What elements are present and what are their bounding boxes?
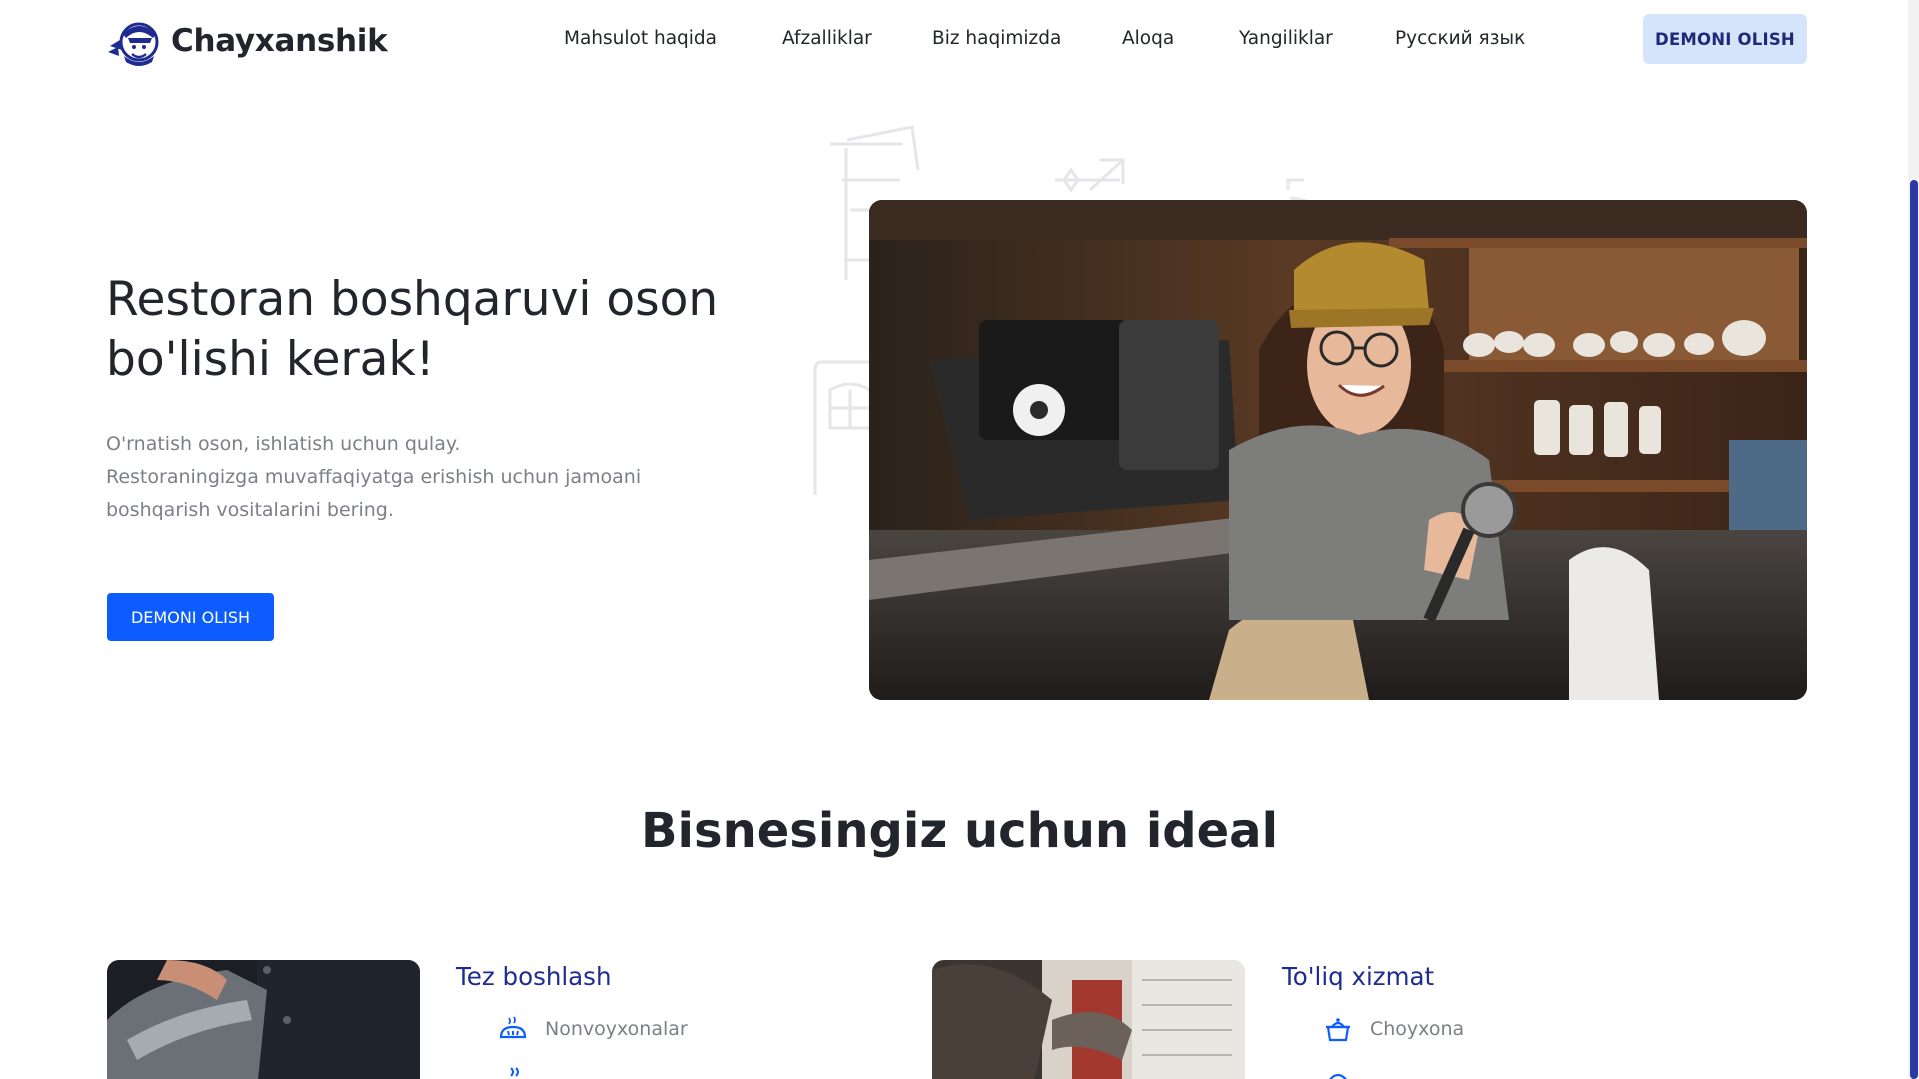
section-title: Bisnesingiz uchun ideal <box>640 803 1279 859</box>
card-title: Tez boshlash <box>456 962 612 991</box>
site-header: Chayxanshik Mahsulot haqida Afzalliklar … <box>0 0 1919 78</box>
nav-item-product[interactable]: Mahsulot haqida <box>564 24 717 54</box>
nav-item-language[interactable]: Русский язык <box>1395 24 1525 54</box>
card-list-item <box>1322 1062 1370 1079</box>
get-demo-button-header[interactable]: DEMONI OLISH <box>1643 14 1807 64</box>
card-photo-image <box>107 960 420 1079</box>
nav-item-about[interactable]: Biz haqimizda <box>932 24 1061 54</box>
hero-title-line: bo'lishi kerak! <box>106 332 435 387</box>
nav-item-contact[interactable]: Aloqa <box>1122 24 1174 54</box>
steam-icon <box>497 1062 529 1079</box>
card-title: To'liq xizmat <box>1282 962 1435 991</box>
hero-title-line: Restoran boshqaruvi oson <box>106 272 719 327</box>
card-photo-image <box>932 960 1245 1079</box>
hero-title: Restoran boshqaruvi oson bo'lishi kerak! <box>106 270 766 390</box>
nav-item-advantages[interactable]: Afzalliklar <box>782 24 872 54</box>
barista-photo-image <box>869 200 1807 700</box>
nav-item-news[interactable]: Yangiliklar <box>1239 24 1333 54</box>
scrollbar-thumb[interactable] <box>1910 180 1918 1079</box>
teapot-icon <box>1322 1013 1354 1045</box>
card-list-item: Nonvoyxonalar <box>497 1013 688 1045</box>
card-list-item: Choyxona <box>1322 1013 1464 1045</box>
hero-photo <box>869 200 1807 700</box>
hero-desc-line: Restoraningizga muvaffaqiyatga erishish … <box>106 466 642 488</box>
bread-icon <box>497 1013 529 1045</box>
dish-icon <box>1322 1062 1354 1079</box>
hero-description: O'rnatish oson, ishlatish uchun qulay. R… <box>106 428 726 527</box>
page: Chayxanshik Mahsulot haqida Afzalliklar … <box>0 0 1919 1079</box>
main-nav: Mahsulot haqida Afzalliklar Biz haqimizd… <box>0 24 1919 54</box>
hero-desc-line: O'rnatish oson, ishlatish uchun qulay. <box>106 433 461 455</box>
hero-desc-line: boshqarish vositalarini bering. <box>106 499 394 521</box>
card-photo <box>107 960 420 1079</box>
card-item-label: Nonvoyxonalar <box>545 1018 688 1040</box>
get-demo-button-hero[interactable]: DEMONI OLISH <box>107 593 274 641</box>
card-list-item <box>497 1062 545 1079</box>
card-photo <box>932 960 1245 1079</box>
card-item-label: Choyxona <box>1370 1018 1465 1040</box>
